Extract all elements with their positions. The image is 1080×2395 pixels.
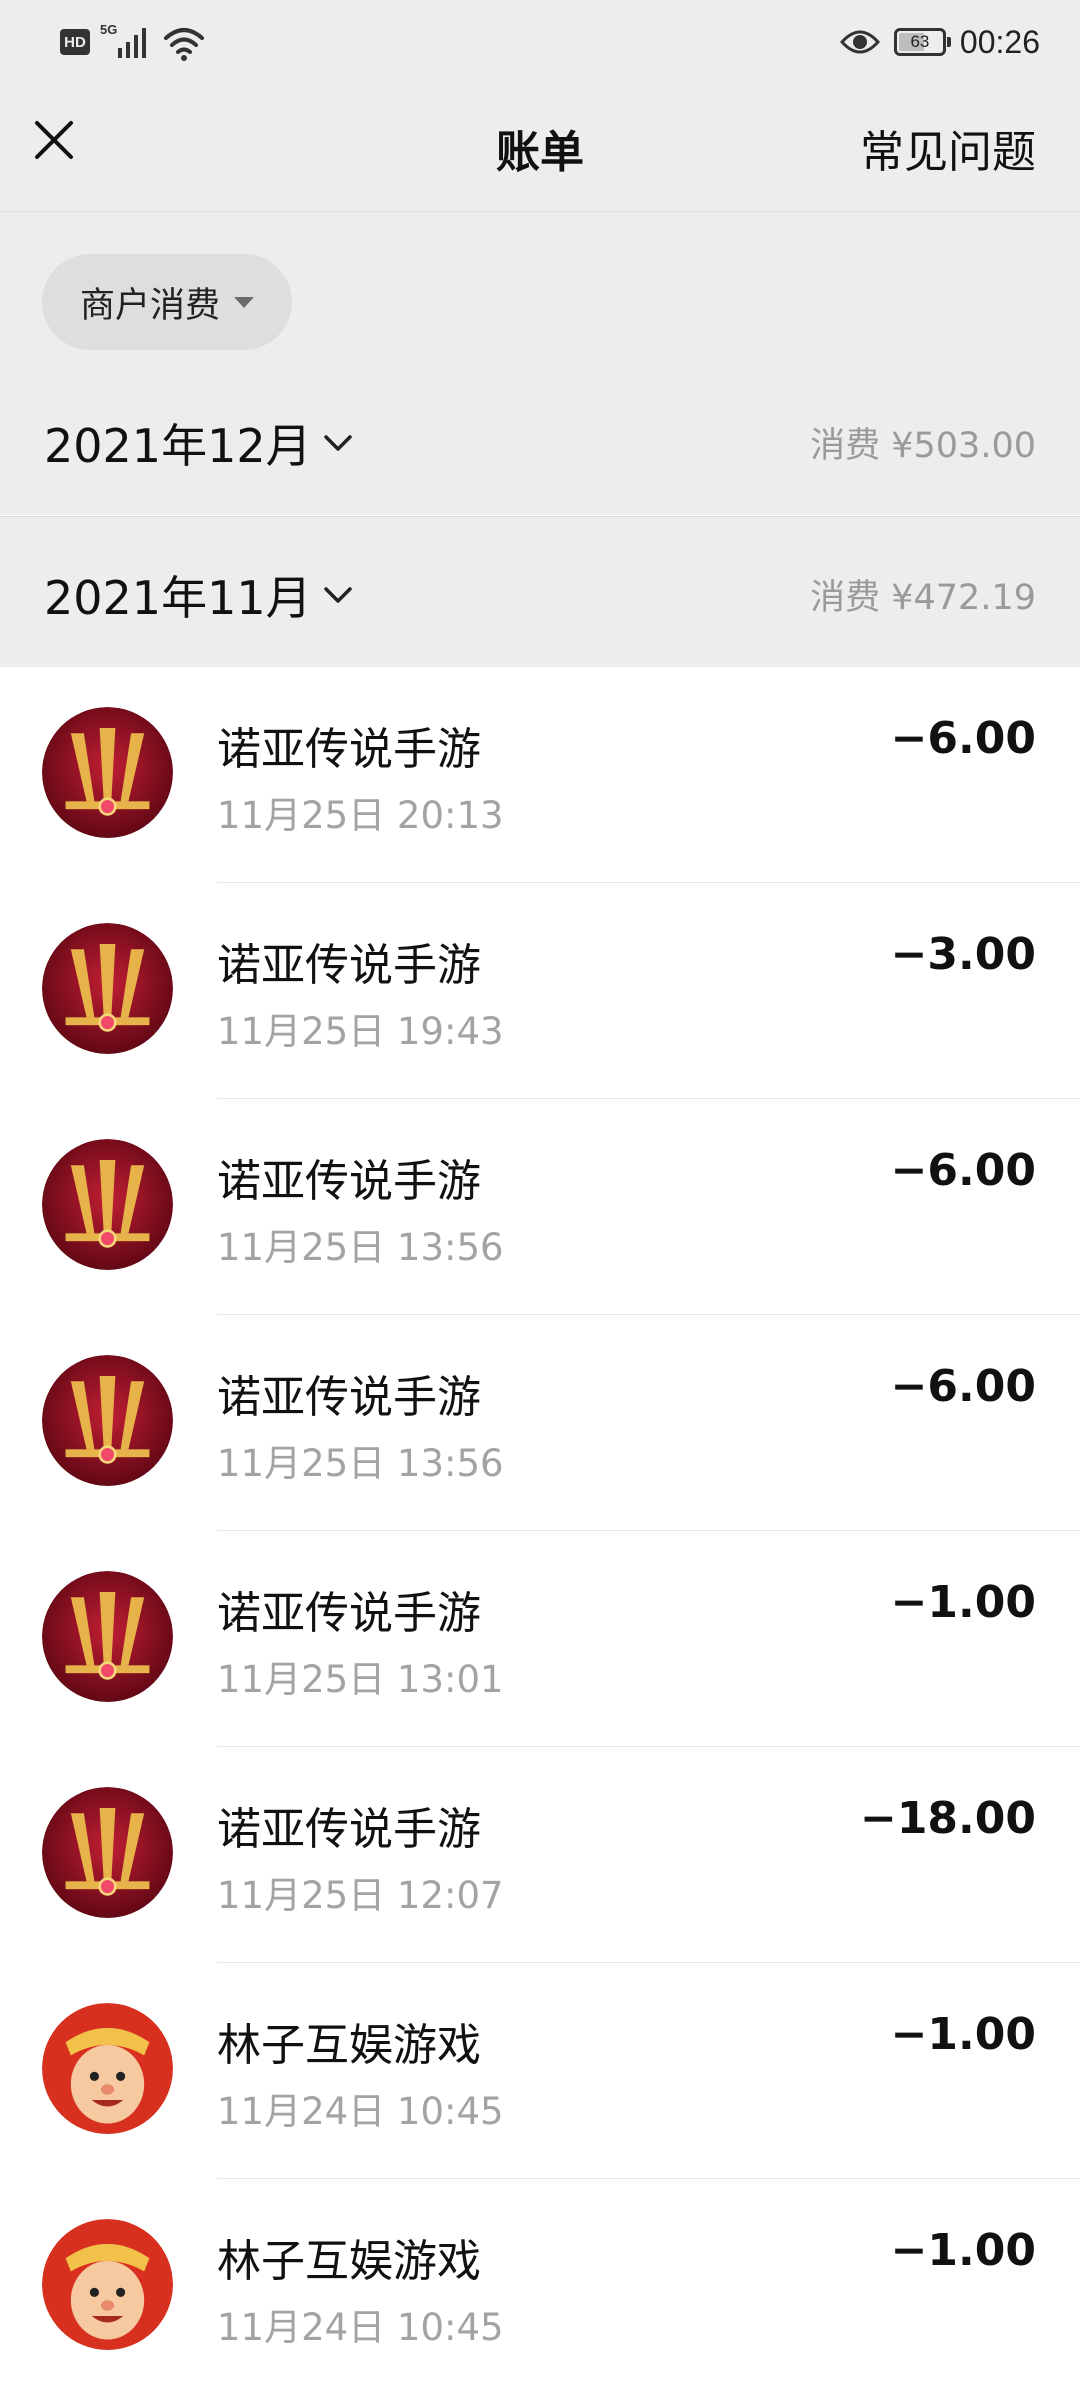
transaction-amount: −3.00 [890,929,1036,980]
merchant-name: 诺亚传说手游 [217,724,481,775]
merchant-name: 诺亚传说手游 [217,1804,481,1855]
transaction-time: 11月25日 13:56 [217,1226,504,1269]
merchant-name: 诺亚传说手游 [217,1156,481,1207]
bill-list-item[interactable]: 林子互娱游戏 11月24日 10:45 −1.00 [0,2179,1080,2395]
transaction-time: 11月24日 10:45 [217,2306,504,2349]
hd-badge: HD [60,29,90,55]
transaction-time: 11月25日 12:07 [217,1874,504,1917]
nav-bar: 账单 常见问题 [0,80,1080,212]
status-bar: HD 5G 63 00:26 [0,0,1080,80]
merchant-filter-dropdown[interactable]: 商户消费 [42,254,292,350]
bill-list-item[interactable]: 诺亚传说手游 11月25日 20:13 −6.00 [0,667,1080,883]
transaction-time: 11月24日 10:45 [217,2090,504,2133]
merchant-name: 林子互娱游戏 [217,2020,481,2071]
filter-area: 商户消费 [0,212,1080,388]
battery-level: 63 [910,32,930,51]
linzi-game-cartoon-logo [42,2003,173,2134]
transaction-time: 11月25日 13:56 [217,1442,504,1485]
merchant-name: 诺亚传说手游 [217,940,481,991]
bill-list-item[interactable]: 诺亚传说手游 11月25日 12:07 −18.00 [0,1747,1080,1963]
transaction-amount: −1.00 [890,2225,1036,2276]
transaction-amount: −18.00 [859,1793,1036,1844]
clock: 00:26 [959,23,1040,60]
noah-legend-game-logo [42,1355,173,1486]
transaction-amount: −1.00 [890,1577,1036,1628]
linzi-game-cartoon-logo [42,2219,173,2350]
chevron-down-icon [323,435,352,451]
noah-legend-game-logo [42,1139,173,1270]
month-header-dec[interactable]: 2021年12月 消费 ¥503.00 [0,365,1080,515]
caret-down-icon [234,296,254,308]
month-label: 2021年12月 [44,419,312,473]
transaction-time: 11月25日 20:13 [217,794,504,837]
eye-icon [839,30,880,54]
bill-list-item[interactable]: 诺亚传说手游 11月25日 13:56 −6.00 [0,1315,1080,1531]
network-type-label: 5G [100,22,118,37]
merchant-name: 林子互娱游戏 [217,2236,481,2287]
battery-icon: 63 [893,28,951,56]
chevron-down-icon [323,587,352,603]
bill-list: 诺亚传说手游 11月25日 20:13 −6.00 诺亚传说手游 11月25日 … [0,667,1080,2395]
transaction-time: 11月25日 13:01 [217,1658,504,1701]
noah-legend-game-logo [42,707,173,838]
month-label: 2021年11月 [44,571,312,625]
bill-list-item[interactable]: 林子互娱游戏 11月24日 10:45 −1.00 [0,1963,1080,2179]
transaction-amount: −6.00 [890,1145,1036,1196]
bill-list-item[interactable]: 诺亚传说手游 11月25日 19:43 −3.00 [0,883,1080,1099]
wifi-icon [164,28,204,61]
noah-legend-game-logo [42,1571,173,1702]
filter-label: 商户消费 [79,285,220,326]
signal-icon: 5G [100,20,152,64]
transaction-amount: −1.00 [890,2009,1036,2060]
faq-link[interactable]: 常见问题 [860,116,1036,180]
noah-legend-game-logo [42,923,173,1054]
month-summary: 消费 ¥472.19 [810,578,1036,618]
transaction-amount: −6.00 [890,1361,1036,1412]
merchant-name: 诺亚传说手游 [217,1588,481,1639]
bill-list-item[interactable]: 诺亚传说手游 11月25日 13:01 −1.00 [0,1531,1080,1747]
noah-legend-game-logo [42,1787,173,1918]
transaction-amount: −6.00 [890,713,1036,764]
month-header-nov[interactable]: 2021年11月 消费 ¥472.19 [0,516,1080,667]
merchant-name: 诺亚传说手游 [217,1372,481,1423]
month-summary: 消费 ¥503.00 [810,426,1036,466]
transaction-time: 11月25日 19:43 [217,1010,504,1053]
bill-list-item[interactable]: 诺亚传说手游 11月25日 13:56 −6.00 [0,1099,1080,1315]
